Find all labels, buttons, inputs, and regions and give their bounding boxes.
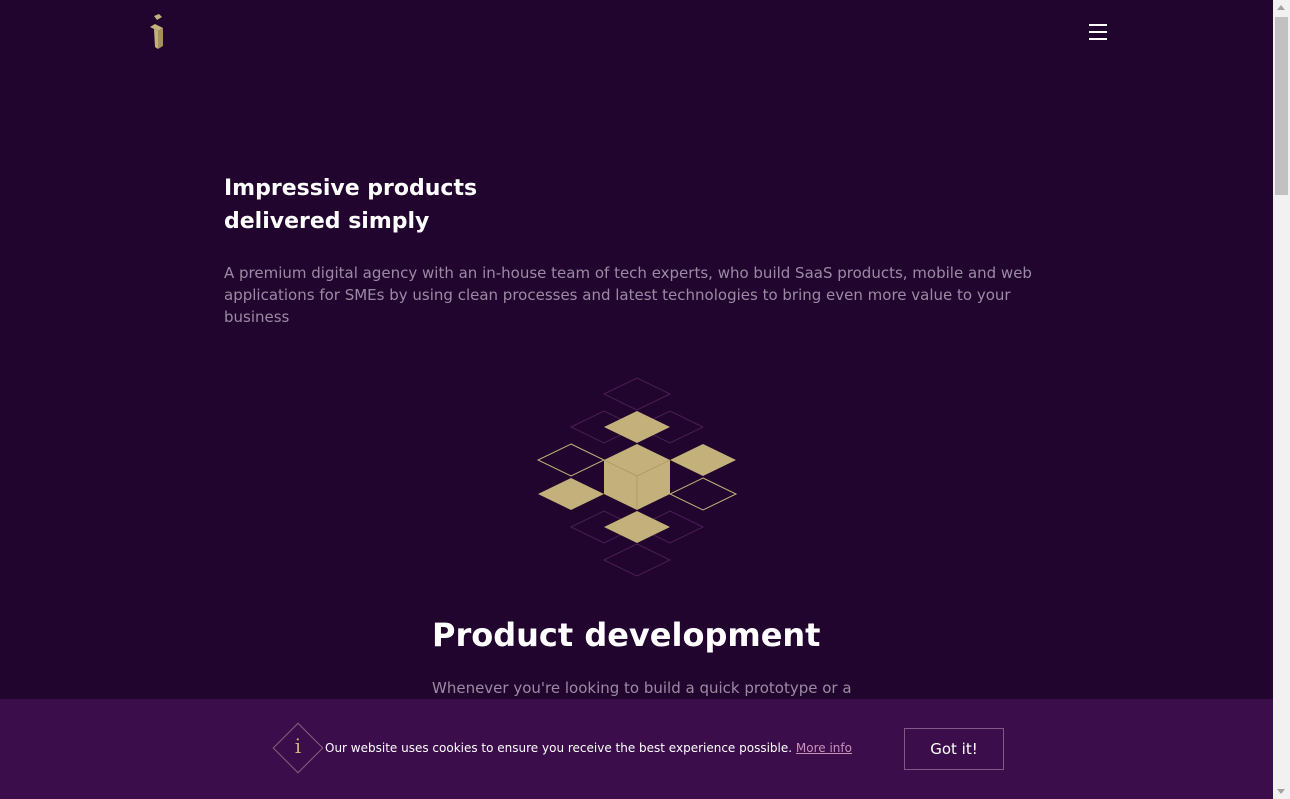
cookie-bar: i Our website uses cookies to ensure you… <box>0 699 1273 799</box>
hero-description: A premium digital agency with an in-hous… <box>224 264 1032 326</box>
menu-line <box>1089 24 1107 26</box>
cookie-text: Our website uses cookies to ensure you r… <box>325 741 793 755</box>
scroll-down-arrow-icon[interactable] <box>1277 789 1285 794</box>
section-title: Product development <box>432 616 821 654</box>
hero-title-line: delivered simply <box>224 209 430 234</box>
info-icon: i <box>270 720 326 776</box>
hero-title: Impressive products delivered simply <box>224 172 584 238</box>
scrollbar-thumb[interactable] <box>1275 17 1288 195</box>
vertical-scrollbar[interactable] <box>1273 0 1290 799</box>
more-info-link[interactable]: More info <box>796 741 852 755</box>
menu-line <box>1089 38 1107 40</box>
hamburger-menu-icon[interactable] <box>1084 20 1112 44</box>
page: Impressive products delivered simply A p… <box>0 0 1273 799</box>
hero-title-line: Impressive products <box>224 176 478 201</box>
brand-logo-icon[interactable] <box>146 14 168 50</box>
scroll-up-arrow-icon[interactable] <box>1277 5 1285 10</box>
menu-line <box>1089 31 1107 33</box>
cookie-message: Our website uses cookies to ensure you r… <box>325 739 852 757</box>
info-glyph: i <box>294 734 302 758</box>
isometric-cubes-icon <box>536 377 738 577</box>
section-description: Whenever you're looking to build a quick… <box>432 679 852 697</box>
got-it-button[interactable]: Got it! <box>904 728 1004 770</box>
